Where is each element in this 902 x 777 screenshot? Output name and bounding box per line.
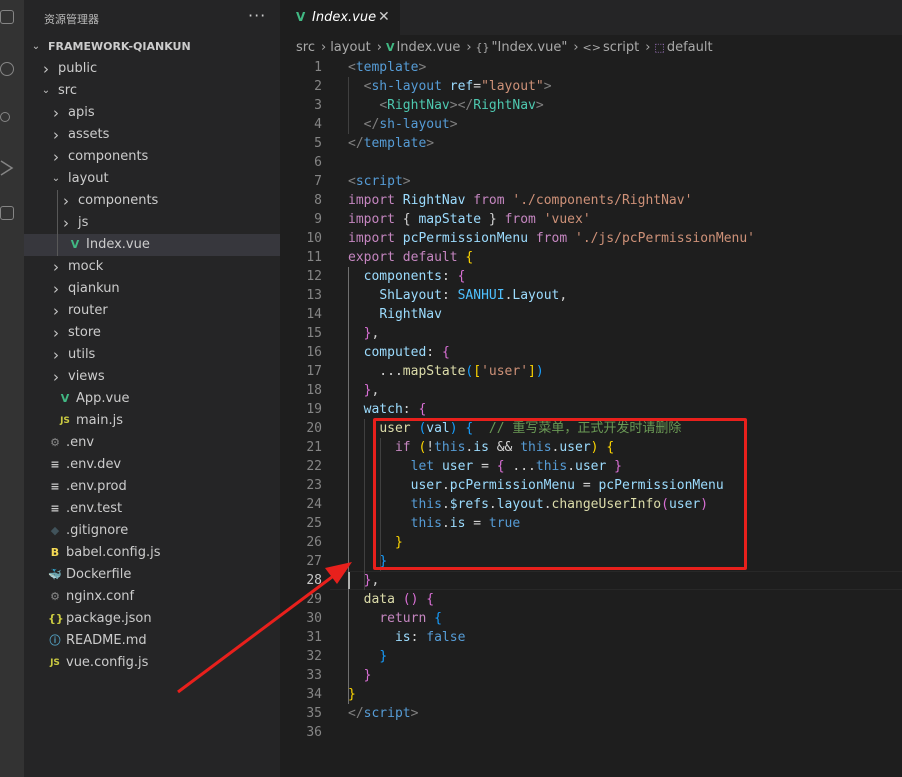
annotation-arrow xyxy=(177,562,352,694)
